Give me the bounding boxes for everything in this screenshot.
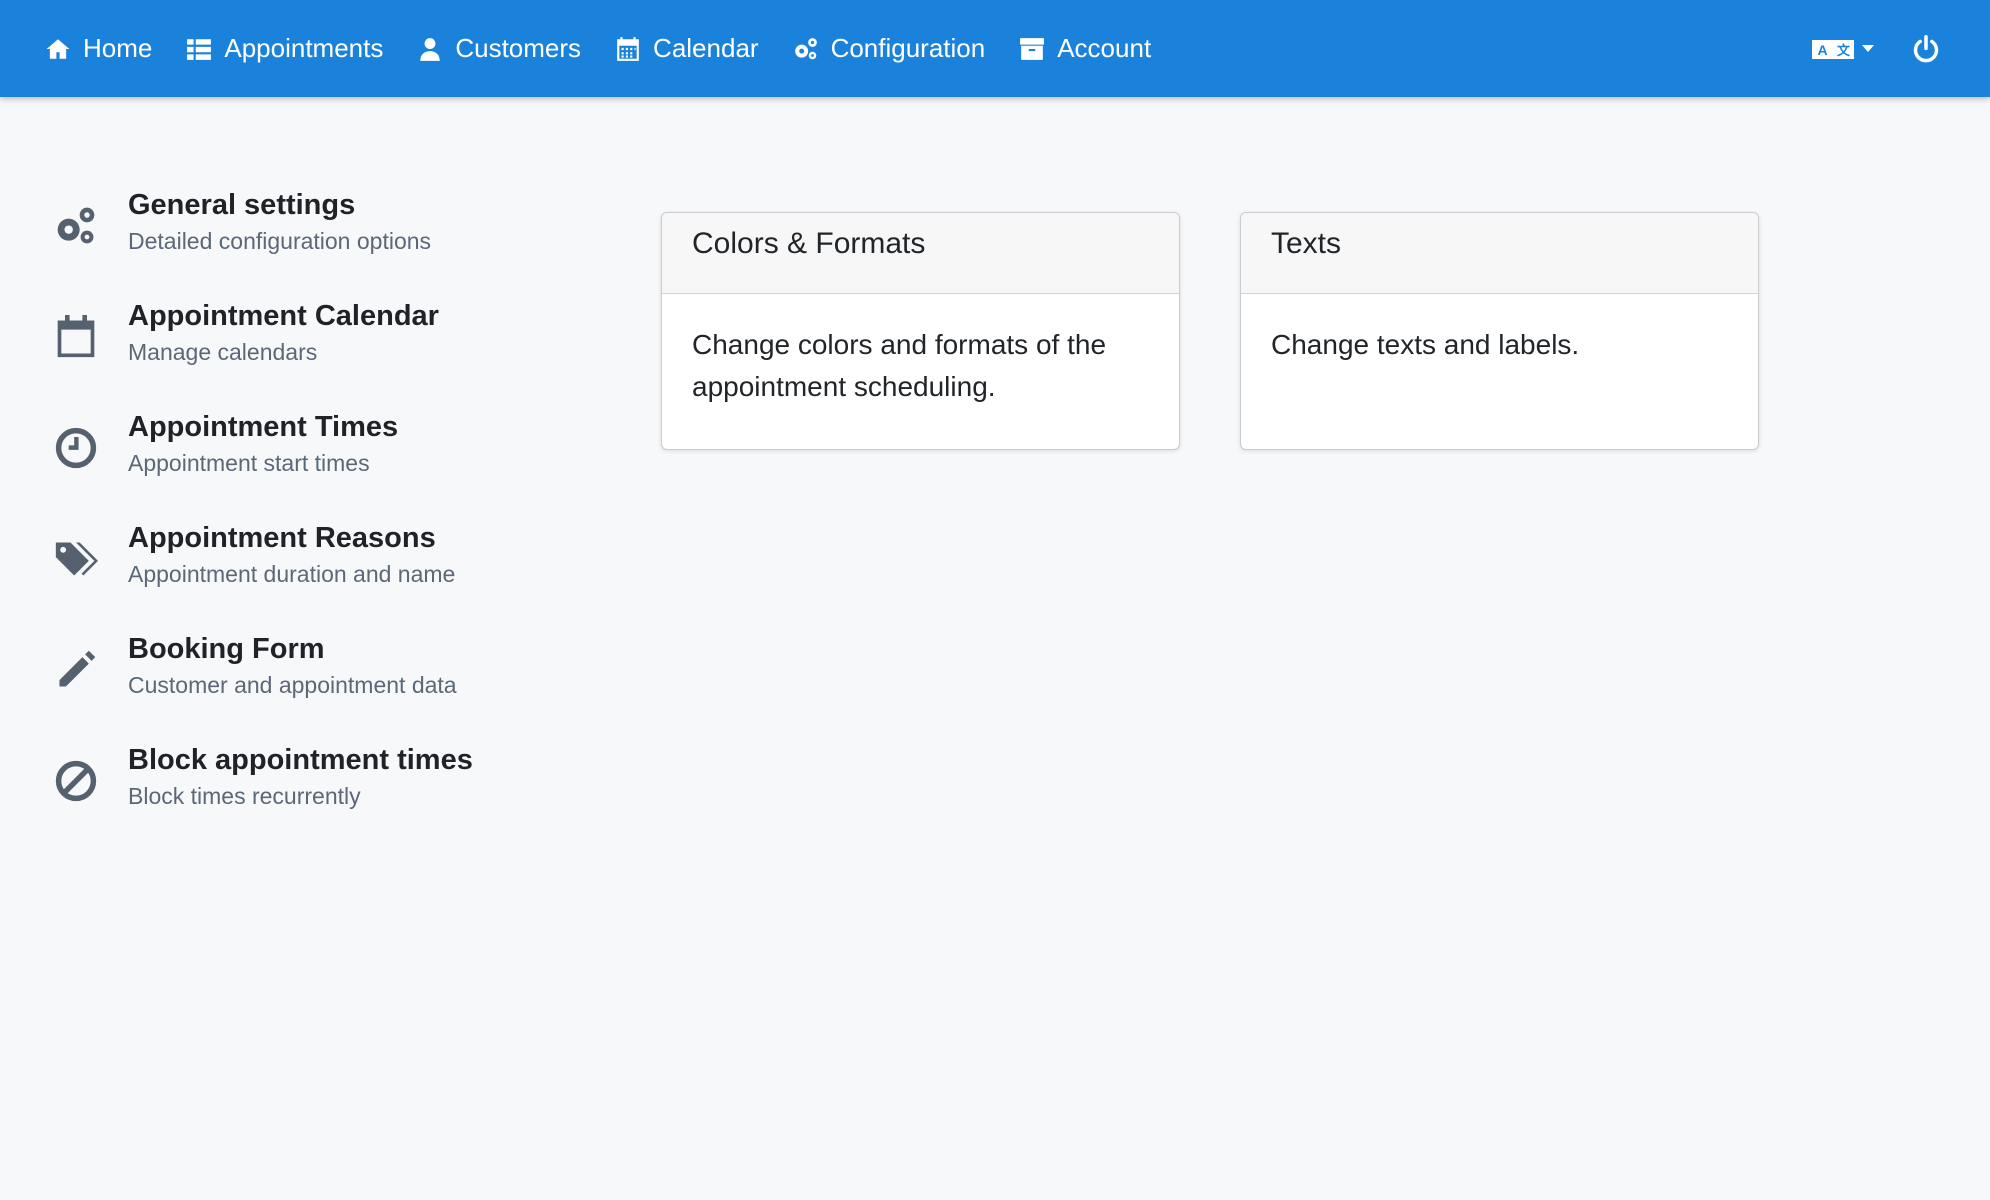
- calendar-icon: [53, 314, 99, 360]
- sidebar-item-appointment-calendar[interactable]: Appointment Calendar Manage calendars: [53, 296, 533, 407]
- pencil-icon: [53, 647, 99, 693]
- sidebar-item-subtitle: Detailed configuration options: [128, 228, 432, 254]
- config-sidebar: General settings Detailed configuration …: [53, 185, 533, 851]
- sidebar-item-subtitle: Appointment start times: [128, 450, 370, 476]
- ban-icon: [53, 758, 99, 804]
- sidebar-item-general-settings[interactable]: General settings Detailed configuration …: [53, 185, 533, 296]
- list-icon: [187, 38, 212, 60]
- card-colors-formats[interactable]: Colors & Formats Change colors and forma…: [661, 212, 1180, 450]
- card-title: Colors & Formats: [662, 213, 1179, 294]
- sidebar-item-title: Block appointment times: [128, 744, 473, 776]
- nav-calendar[interactable]: Calendar: [615, 0, 759, 97]
- nav-customers[interactable]: Customers: [417, 0, 581, 97]
- top-navbar: Home Appointments Customers Calendar Con…: [0, 0, 1990, 97]
- nav-configuration[interactable]: Configuration: [793, 0, 986, 97]
- nav-appointments[interactable]: Appointments: [186, 0, 383, 97]
- home-icon: [46, 38, 70, 59]
- gears-icon: [794, 37, 817, 59]
- logout-button[interactable]: [1912, 34, 1940, 63]
- sidebar-item-subtitle: Block times recurrently: [128, 783, 361, 809]
- nav-home[interactable]: Home: [45, 0, 152, 97]
- svg-text:文: 文: [1837, 43, 1851, 58]
- clock-icon: [53, 425, 99, 471]
- chevron-down-icon: [1862, 45, 1874, 52]
- tags-icon: [53, 536, 99, 582]
- nav-right-group: A 文: [1812, 0, 1990, 97]
- nav-configuration-label: Configuration: [830, 33, 986, 63]
- user-icon: [420, 37, 441, 61]
- nav-account-label: Account: [1057, 33, 1152, 63]
- language-dropdown[interactable]: A 文: [1812, 36, 1874, 62]
- sidebar-item-block-appointment-times[interactable]: Block appointment times Block times recu…: [53, 740, 533, 851]
- sidebar-item-subtitle: Customer and appointment data: [128, 672, 457, 698]
- card-description: Change colors and formats of the appoint…: [692, 329, 1107, 402]
- sidebar-item-subtitle: Manage calendars: [128, 339, 318, 365]
- calendar-icon: [617, 36, 639, 61]
- sidebar-item-title: Appointment Times: [128, 411, 399, 443]
- nav-account[interactable]: Account: [1019, 0, 1151, 97]
- sidebar-item-title: Appointment Reasons: [128, 522, 436, 554]
- nav-calendar-label: Calendar: [653, 33, 759, 63]
- sidebar-item-booking-form[interactable]: Booking Form Customer and appointment da…: [53, 629, 533, 740]
- nav-customers-label: Customers: [455, 33, 582, 63]
- nav-home-label: Home: [83, 33, 153, 63]
- sidebar-item-title: Appointment Calendar: [128, 300, 439, 332]
- card-texts[interactable]: Texts Change texts and labels.: [1240, 212, 1759, 450]
- nav-appointments-label: Appointments: [224, 33, 384, 63]
- sidebar-item-title: General settings: [128, 189, 356, 221]
- power-icon: [1913, 34, 1939, 62]
- svg-text:A: A: [1817, 42, 1827, 58]
- sidebar-item-appointment-times[interactable]: Appointment Times Appointment start time…: [53, 407, 533, 518]
- sidebar-item-appointment-reasons[interactable]: Appointment Reasons Appointment duration…: [53, 518, 533, 629]
- language-icon: A 文: [1812, 39, 1854, 59]
- card-description: Change texts and labels.: [1271, 329, 1580, 360]
- sidebar-item-subtitle: Appointment duration and name: [128, 561, 456, 587]
- archive-icon: [1020, 37, 1045, 60]
- sidebar-item-title: Booking Form: [128, 633, 325, 665]
- gears-icon: [53, 203, 99, 249]
- card-title: Texts: [1241, 213, 1758, 294]
